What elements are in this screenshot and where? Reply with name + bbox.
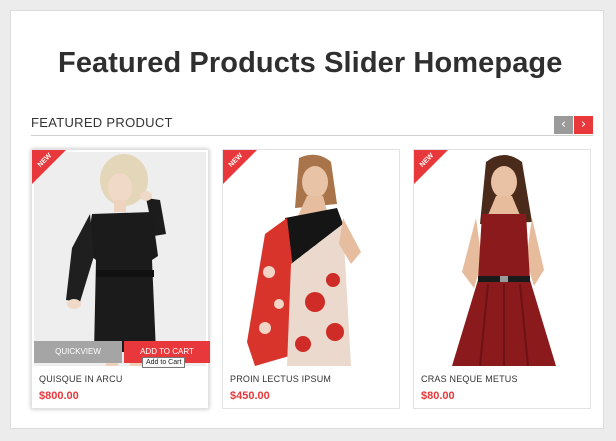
- product-name[interactable]: QUISQUE IN ARCU: [39, 374, 123, 384]
- product-card[interactable]: NEW CRAS NEQUE METUS $80.00: [413, 149, 591, 409]
- product-image[interactable]: [225, 152, 397, 366]
- product-card[interactable]: NEW: [31, 149, 210, 409]
- page-title: Featured Products Slider Homepage: [58, 47, 563, 79]
- add-to-cart-tooltip: Add to Cart: [142, 357, 186, 368]
- product-name[interactable]: PROIN LECTUS IPSUM: [230, 374, 331, 384]
- new-badge: NEW: [32, 150, 66, 184]
- product-price: $800.00: [39, 390, 79, 402]
- product-image[interactable]: [34, 152, 206, 366]
- product-price: $80.00: [421, 390, 455, 402]
- section-title: FEATURED PRODUCT: [31, 115, 173, 130]
- product-card[interactable]: NEW: [222, 149, 400, 409]
- chevron-left-icon[interactable]: ‹: [554, 116, 573, 134]
- product-image[interactable]: [416, 152, 588, 366]
- product-price: $450.00: [230, 390, 270, 402]
- quickview-button[interactable]: QUICKVIEW: [34, 341, 122, 363]
- section-header: FEATURED PRODUCT ‹ ›: [31, 112, 593, 136]
- slider-frame: Featured Products Slider Homepage FEATUR…: [10, 10, 604, 429]
- new-badge: NEW: [414, 150, 448, 184]
- product-name[interactable]: CRAS NEQUE METUS: [421, 374, 518, 384]
- chevron-right-icon[interactable]: ›: [574, 116, 593, 134]
- new-badge: NEW: [223, 150, 257, 184]
